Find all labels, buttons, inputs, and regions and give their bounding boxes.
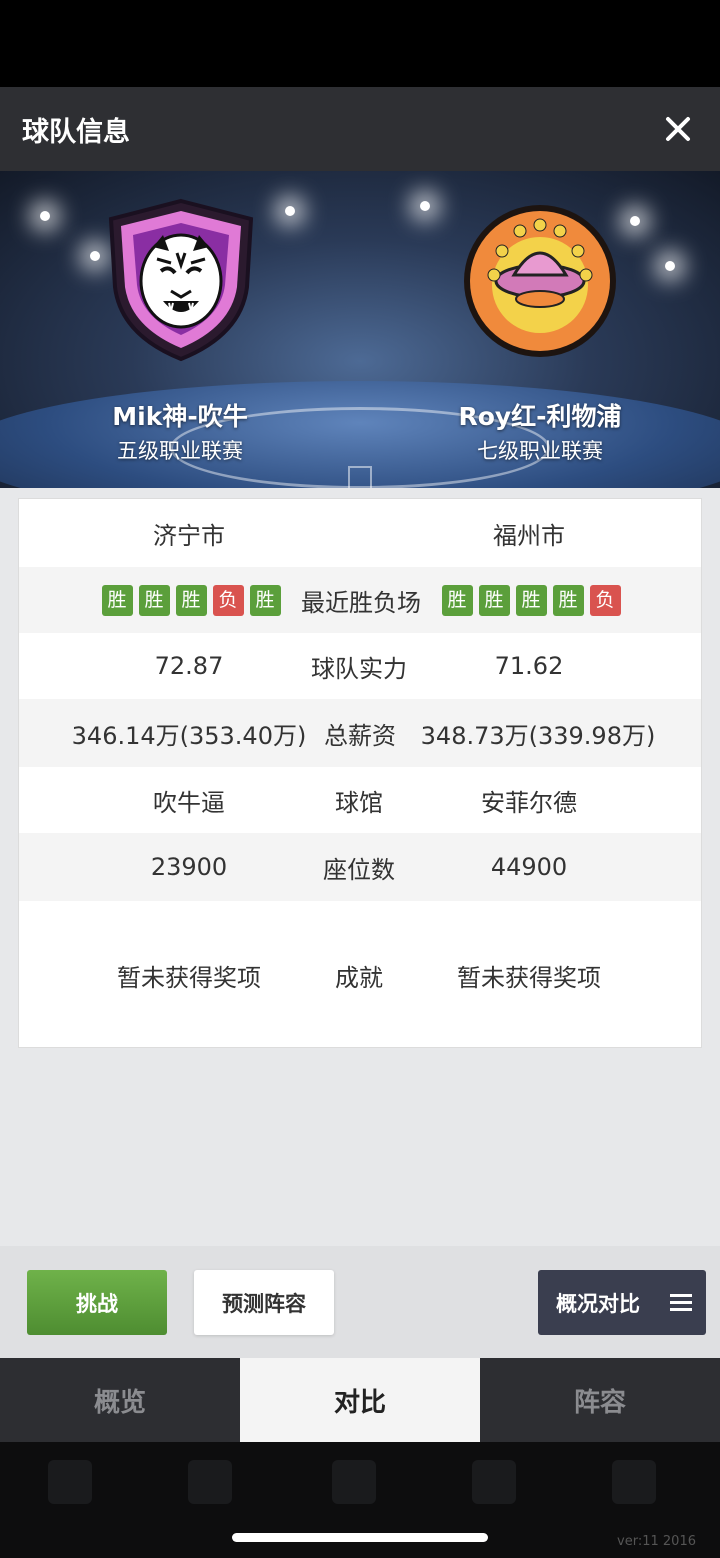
result-chip: 胜 (478, 585, 510, 616)
result-chip: 负 (212, 585, 244, 616)
result-chip: 胜 (249, 585, 281, 616)
nav-ghost-icon (188, 1460, 232, 1504)
stat-row-arena: 吹牛逼 球馆 安菲尔德 (19, 767, 701, 833)
nav-ghost-icon (332, 1460, 376, 1504)
home-salary: 346.14万(353.40万) (71, 721, 307, 750)
stat-row-seats: 23900 座位数 44900 (19, 833, 701, 901)
tab-overview[interactable]: 概览 (0, 1358, 240, 1442)
stat-row-achievements: 暂未获得奖项 成就 暂未获得奖项 (19, 901, 701, 1049)
app-root: 球队信息 Mik神-吹牛 五级职业联赛 Roy红-利物浦 七级职业联赛 济宁市 … (0, 0, 720, 1558)
basketball-hoop-icon (348, 466, 372, 488)
result-chip: 胜 (441, 585, 473, 616)
away-recent-results: 胜胜胜胜负 (433, 584, 629, 616)
achievements-label: 成就 (335, 963, 383, 992)
dialog-header: 球队信息 (0, 87, 720, 171)
home-achievements: 暂未获得奖项 (117, 963, 261, 992)
away-achievements: 暂未获得奖项 (457, 963, 601, 992)
ufo-badge-logo (460, 201, 620, 371)
home-indicator[interactable] (232, 1533, 488, 1542)
result-chip: 胜 (138, 585, 170, 616)
away-seats: 44900 (490, 853, 568, 881)
home-team-league: 五级职业联赛 (117, 439, 243, 463)
home-seats: 23900 (150, 853, 228, 881)
stat-row-city: 济宁市 福州市 (19, 499, 701, 567)
away-salary: 348.73万(339.98万) (420, 721, 656, 750)
stat-row-salary: 346.14万(353.40万) 总薪资 348.73万(339.98万) (19, 699, 701, 767)
stat-row-recent: 胜胜胜负胜 最近胜负场 胜胜胜胜负 (19, 567, 701, 633)
salary-label: 总薪资 (324, 721, 396, 750)
away-team-league: 七级职业联赛 (477, 439, 603, 463)
result-chip: 胜 (515, 585, 547, 616)
overview-compare-button[interactable]: 概况对比 (538, 1270, 706, 1335)
nav-ghost-icon (472, 1460, 516, 1504)
stadium-light-icon (665, 261, 675, 271)
nav-ghost-icon (612, 1460, 656, 1504)
tiger-shield-logo (101, 195, 261, 365)
stadium-light-icon (630, 216, 640, 226)
home-team-name: Mik神-吹牛 (112, 402, 248, 431)
home-city: 济宁市 (153, 521, 225, 550)
version-label: ver:11 2016 (617, 1534, 696, 1549)
away-team-name: Roy红-利物浦 (458, 402, 622, 431)
challenge-button[interactable]: 挑战 (27, 1270, 167, 1335)
result-chip: 负 (589, 585, 621, 616)
arena-label: 球馆 (335, 788, 383, 817)
result-chip: 胜 (175, 585, 207, 616)
menu-icon (670, 1293, 692, 1312)
dialog-title: 球队信息 (22, 116, 130, 148)
nav-ghost-icon (48, 1460, 92, 1504)
away-arena: 安菲尔德 (481, 788, 577, 817)
tab-compare[interactable]: 对比 (240, 1358, 480, 1442)
result-chip: 胜 (101, 585, 133, 616)
compare-button-label: 概况对比 (556, 1291, 640, 1316)
seats-label: 座位数 (323, 855, 395, 884)
home-arena: 吹牛逼 (153, 788, 225, 817)
stadium-light-icon (285, 206, 295, 216)
stadium-light-icon (40, 211, 50, 221)
home-strength: 72.87 (154, 652, 224, 680)
tab-bar: 概览 对比 阵容 (0, 1358, 720, 1442)
home-recent-results: 胜胜胜负胜 (93, 584, 289, 616)
close-icon[interactable] (658, 109, 698, 149)
result-chip: 胜 (552, 585, 584, 616)
stats-card: 济宁市 福州市 胜胜胜负胜 最近胜负场 胜胜胜胜负 72.87 球队实力 71.… (18, 498, 702, 1048)
content-area: 济宁市 福州市 胜胜胜负胜 最近胜负场 胜胜胜胜负 72.87 球队实力 71.… (0, 488, 720, 1246)
predict-lineup-button[interactable]: 预测阵容 (194, 1270, 334, 1335)
away-strength: 71.62 (494, 652, 564, 680)
stadium-light-icon (90, 251, 100, 261)
strength-label: 球队实力 (311, 654, 407, 683)
action-bar: 挑战 预测阵容 概况对比 (0, 1246, 720, 1358)
recent-label: 最近胜负场 (301, 588, 421, 617)
team-banner: Mik神-吹牛 五级职业联赛 Roy红-利物浦 七级职业联赛 (0, 171, 720, 488)
away-city: 福州市 (493, 521, 565, 550)
stadium-light-icon (420, 201, 430, 211)
tab-lineup[interactable]: 阵容 (480, 1358, 720, 1442)
stat-row-strength: 72.87 球队实力 71.62 (19, 633, 701, 699)
